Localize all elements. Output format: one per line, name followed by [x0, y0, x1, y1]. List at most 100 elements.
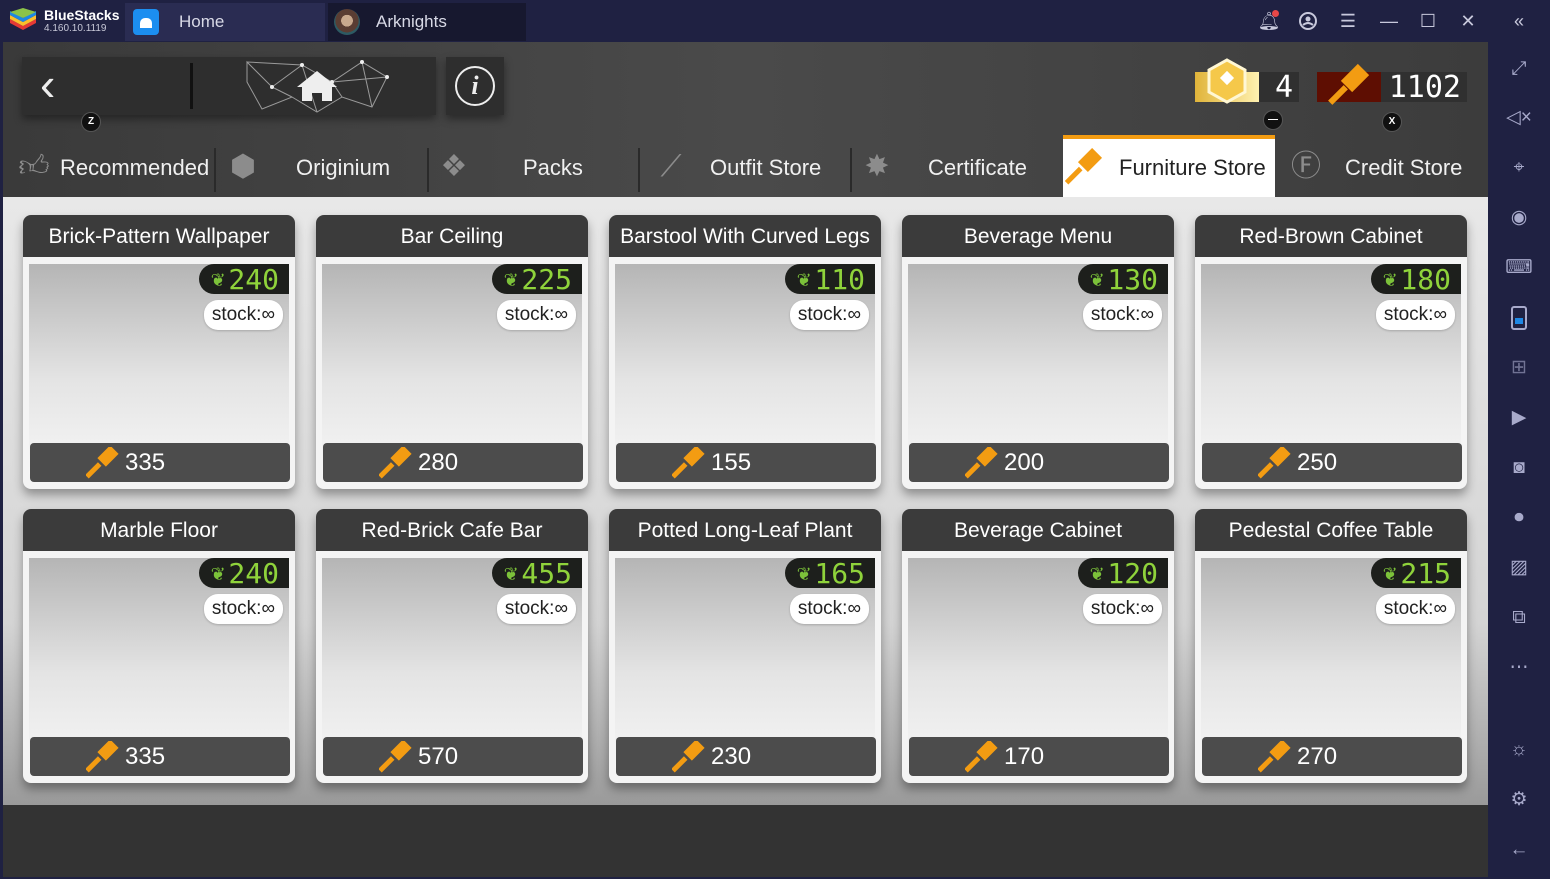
furniture-parts-count: 1102: [1381, 72, 1467, 104]
tab-credit-store[interactable]: Ⓕ Credit Store: [1275, 135, 1485, 197]
certificate-resource[interactable]: 4: [1195, 58, 1299, 104]
hammer-icon: [379, 741, 412, 773]
account-icon[interactable]: [1295, 8, 1321, 34]
home-icon: [246, 60, 389, 113]
tab-furniture-store[interactable]: Furniture Store: [1063, 135, 1275, 197]
leaf-icon: ❦: [1090, 266, 1104, 292]
fullscreen-icon[interactable]: ⤢: [1504, 54, 1534, 84]
close-icon[interactable]: ✕: [1455, 8, 1481, 34]
furniture-card[interactable]: Marble Floor ❦ 240 stock:∞ 335: [23, 509, 295, 783]
item-name: Beverage Cabinet: [902, 509, 1174, 551]
key-hint-back: Z: [81, 112, 101, 132]
tab-label: Outfit Store: [710, 155, 822, 180]
tab-label: Recommended: [60, 155, 210, 180]
tips-icon[interactable]: ☼: [1504, 735, 1534, 765]
eye-icon[interactable]: ◉: [1504, 203, 1534, 233]
price-button[interactable]: 230: [616, 737, 876, 776]
home-icon: [133, 9, 159, 35]
comfort-value: 240: [228, 264, 279, 296]
item-name: Marble Floor: [23, 509, 295, 551]
price-button[interactable]: 335: [30, 737, 290, 776]
tab-label: Home: [179, 12, 225, 31]
info-icon: i: [455, 66, 495, 106]
gamepad-icon[interactable]: ⊞: [1504, 353, 1534, 383]
tab-outfit-store[interactable]: ⟋ Outfit Store: [640, 135, 850, 197]
back-button[interactable]: ‹: [22, 57, 192, 115]
screenshot-icon[interactable]: ◙: [1504, 453, 1534, 483]
price-button[interactable]: 200: [909, 443, 1169, 482]
media-folder-icon[interactable]: ▨: [1504, 553, 1534, 583]
item-name: Potted Long-Leaf Plant: [609, 509, 881, 551]
bluestacks-logo-icon: [10, 8, 36, 30]
leaf-icon: ❦: [211, 266, 225, 292]
comfort-badge: ❦ 240: [199, 264, 289, 296]
item-name: Bar Ceiling: [316, 215, 588, 257]
nav-bar: ‹: [22, 57, 436, 115]
certificate-count: 4: [1259, 72, 1299, 104]
record-icon[interactable]: ⏺: [1504, 503, 1534, 533]
comfort-badge: ❦ 455: [492, 558, 582, 590]
furniture-card[interactable]: Pedestal Coffee Table ❦ 215 stock:∞ 270: [1195, 509, 1467, 783]
furniture-card[interactable]: Red-Brown Cabinet ❦ 180 stock:∞ 250: [1195, 215, 1467, 489]
tab-recommended[interactable]: 👍︎ Recommended: [3, 135, 213, 197]
certificate-icon: ✸: [864, 150, 890, 183]
item-name: Red-Brown Cabinet: [1195, 215, 1467, 257]
multi-instance-icon[interactable]: ⧉: [1504, 603, 1534, 633]
price-value: 280: [418, 449, 459, 476]
price-value: 250: [1297, 449, 1338, 476]
back-icon[interactable]: ←: [1504, 835, 1534, 865]
hammer-icon: [86, 447, 119, 479]
minimize-icon[interactable]: —: [1376, 8, 1402, 34]
price-button[interactable]: 155: [616, 443, 876, 482]
price-button[interactable]: 335: [30, 443, 290, 482]
comfort-value: 130: [1107, 264, 1158, 296]
settings-icon[interactable]: ⚙: [1504, 785, 1534, 815]
leaf-icon: ❦: [504, 560, 518, 586]
comfort-value: 455: [521, 558, 572, 590]
stock-label: stock:∞: [496, 594, 576, 624]
price-value: 170: [1004, 743, 1045, 770]
keyboard-icon[interactable]: ⌨: [1504, 253, 1534, 283]
collapse-sidebar-icon[interactable]: «: [1506, 8, 1532, 34]
price-button[interactable]: 250: [1202, 443, 1462, 482]
credit-icon: Ⓕ: [1291, 150, 1321, 183]
price-button[interactable]: 170: [909, 737, 1169, 776]
price-button[interactable]: 570: [323, 737, 583, 776]
leaf-icon: ❦: [211, 560, 225, 586]
tab-label: Certificate: [928, 155, 1028, 180]
bell-icon[interactable]: 🔔︎: [1256, 8, 1282, 34]
furniture-card[interactable]: Potted Long-Leaf Plant ❦ 165 stock:∞ 230: [609, 509, 881, 783]
tab-certificate[interactable]: ✸ Certificate: [852, 135, 1062, 197]
price-button[interactable]: 280: [323, 443, 583, 482]
key-hint-resource-1: —: [1263, 110, 1283, 130]
maximize-icon[interactable]: ☐: [1415, 8, 1441, 34]
furniture-card[interactable]: Red-Brick Cafe Bar ❦ 455 stock:∞ 570: [316, 509, 588, 783]
more-icon[interactable]: ⋯: [1504, 653, 1534, 683]
leaf-icon: ❦: [1383, 560, 1397, 586]
furniture-card[interactable]: Brick-Pattern Wallpaper ❦ 240 stock:∞ 33…: [23, 215, 295, 489]
tab-home[interactable]: Home: [125, 3, 325, 41]
right-sidebar: ⤢ ◁× ⌖ ◉ ⌨ ⊞ ▶ ◙ ⏺ ▨ ⧉ ⋯ ☼ ⚙ ←: [1488, 42, 1550, 879]
macro-icon[interactable]: ▶: [1504, 403, 1534, 433]
furniture-card[interactable]: Beverage Menu ❦ 130 stock:∞ 200: [902, 215, 1174, 489]
furniture-parts-resource[interactable]: 1102: [1317, 63, 1467, 105]
price-button[interactable]: 270: [1202, 737, 1462, 776]
store-tabs: 👍︎ Recommended ⬢ Originium ❖ Packs ⟋ Out…: [3, 135, 1488, 197]
comfort-badge: ❦ 240: [199, 558, 289, 589]
price-value: 570: [418, 743, 459, 770]
home-button[interactable]: [242, 57, 392, 115]
info-button[interactable]: i: [446, 57, 504, 115]
furniture-card[interactable]: Barstool With Curved Legs ❦ 110 stock:∞ …: [609, 215, 881, 489]
pointer-lock-icon[interactable]: ⌖: [1504, 153, 1534, 183]
price-value: 155: [711, 449, 752, 476]
tab-arknights[interactable]: Arknights: [328, 3, 526, 41]
furniture-card[interactable]: Bar Ceiling ❦ 225 stock:∞ 280: [316, 215, 588, 489]
mute-icon[interactable]: ◁×: [1504, 103, 1534, 133]
tab-packs[interactable]: ❖ Packs: [429, 135, 639, 197]
phone-rotate-icon[interactable]: [1504, 303, 1534, 333]
tab-label: Credit Store: [1345, 155, 1463, 180]
game-viewport: ‹ Z i 4 — 1102 X 👍︎ Recommended ⬢ Origin…: [3, 42, 1488, 877]
furniture-card[interactable]: Beverage Cabinet ❦ 120 stock:∞ 170: [902, 509, 1174, 783]
tab-originium[interactable]: ⬢ Originium: [216, 135, 426, 197]
menu-icon[interactable]: ☰: [1335, 8, 1361, 34]
